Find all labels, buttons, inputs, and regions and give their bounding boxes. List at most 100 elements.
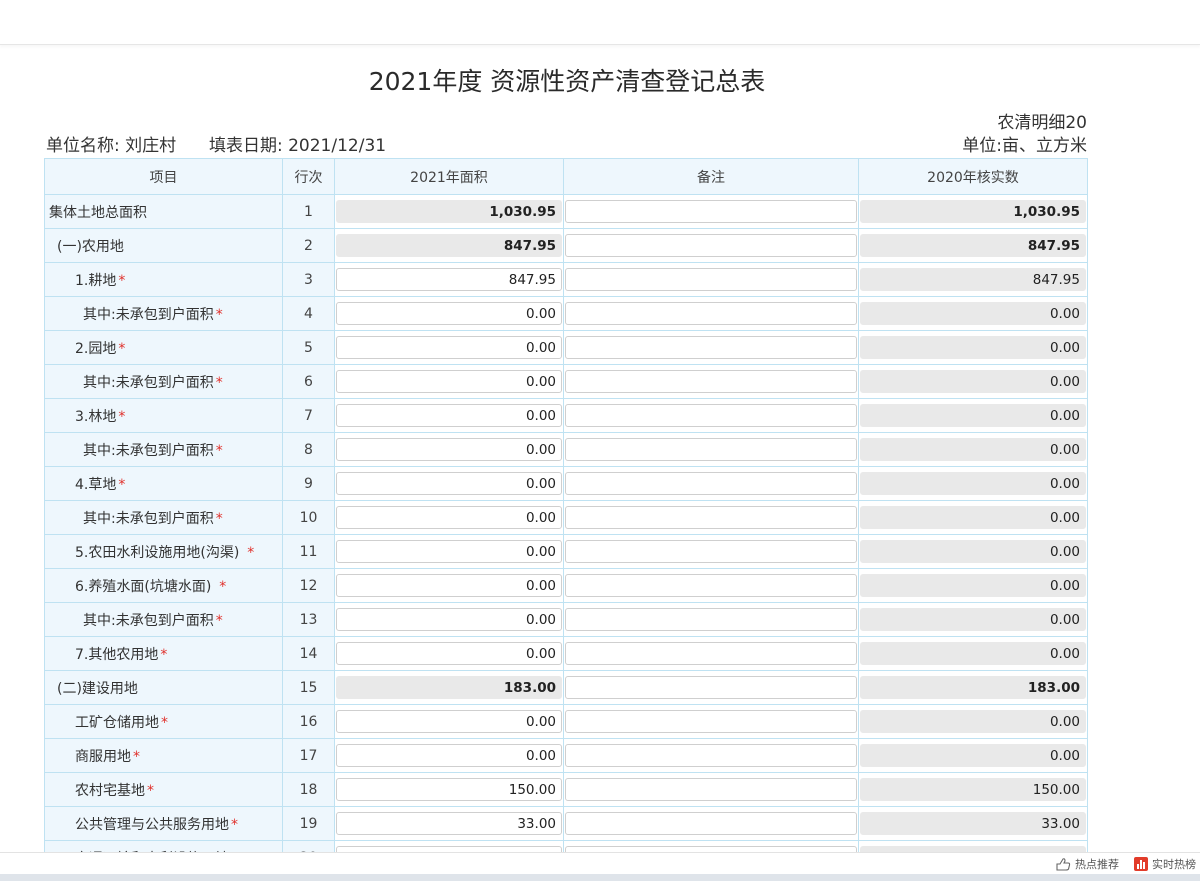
area-2021-input[interactable]: 0.00 <box>336 370 562 393</box>
area-2021-cell: 0.00 <box>334 602 564 637</box>
table-row: 其中:未承包到户面积 * 8 0.00 0.00 <box>44 432 1088 467</box>
note-input[interactable] <box>565 608 857 631</box>
required-marker: * <box>133 748 140 765</box>
note-cell <box>563 602 859 637</box>
verified-2020-cell: 0.00 <box>858 466 1088 501</box>
note-input[interactable] <box>565 642 857 665</box>
area-2021-cell: 847.95 <box>334 228 564 263</box>
verified-2020-value: 0.00 <box>860 608 1086 631</box>
required-marker: * <box>215 442 223 459</box>
item-cell: 其中:未承包到户面积 * <box>44 432 283 467</box>
area-2021-cell: 0.00 <box>334 330 564 365</box>
form-code: 农清明细20 <box>997 113 1087 133</box>
note-input[interactable] <box>565 744 857 767</box>
area-2021-input[interactable]: 0.00 <box>336 404 562 427</box>
note-cell <box>563 330 859 365</box>
area-2021-cell: 0.00 <box>334 738 564 773</box>
item-cell: 集体土地总面积 <box>44 194 283 229</box>
area-2021-input[interactable]: 0.00 <box>336 710 562 733</box>
note-input[interactable] <box>565 302 857 325</box>
row-number: 1 <box>282 194 335 229</box>
item-label: 7.其他农用地 <box>75 646 159 663</box>
verified-2020-value: 0.00 <box>860 438 1086 461</box>
note-input[interactable] <box>565 676 857 699</box>
row-number: 3 <box>282 262 335 297</box>
area-2021-input[interactable]: 0.00 <box>336 540 562 563</box>
item-label: (二)建设用地 <box>57 680 138 697</box>
note-cell <box>563 738 859 773</box>
note-input[interactable] <box>565 506 857 529</box>
note-input[interactable] <box>565 540 857 563</box>
area-2021-input[interactable]: 150.00 <box>336 778 562 801</box>
live-ranking-link[interactable]: 实时热榜 <box>1134 856 1196 872</box>
area-2021-input[interactable]: 0.00 <box>336 608 562 631</box>
table-row: 商服用地 * 17 0.00 0.00 <box>44 738 1088 773</box>
note-input[interactable] <box>565 472 857 495</box>
verified-2020-value: 0.00 <box>860 744 1086 767</box>
table-row: 5.农田水利设施用地(沟渠) * 11 0.00 0.00 <box>44 534 1088 569</box>
area-2021-input[interactable]: 0.00 <box>336 744 562 767</box>
required-marker: * <box>215 612 223 629</box>
area-2021-input[interactable]: 0.00 <box>336 574 562 597</box>
table-row: 工矿仓储用地 * 16 0.00 0.00 <box>44 704 1088 739</box>
area-2021-input[interactable]: 0.00 <box>336 302 562 325</box>
row-number: 18 <box>282 772 335 807</box>
row-number: 9 <box>282 466 335 501</box>
table-row: 1.耕地 * 3 847.95 847.95 <box>44 262 1088 297</box>
item-label: 其中:未承包到户面积 <box>83 442 214 459</box>
verified-2020-value: 0.00 <box>860 302 1086 325</box>
item-cell: 7.其他农用地 * <box>44 636 283 671</box>
note-cell <box>563 262 859 297</box>
area-2021-input[interactable]: 0.00 <box>336 438 562 461</box>
item-cell: 1.耕地 * <box>44 262 283 297</box>
note-input[interactable] <box>565 234 857 257</box>
area-2021-input[interactable]: 0.00 <box>336 506 562 529</box>
note-cell <box>563 364 859 399</box>
area-2021-input[interactable]: 33.00 <box>336 812 562 835</box>
note-input[interactable] <box>565 370 857 393</box>
item-label: 4.草地 <box>75 476 117 493</box>
note-input[interactable] <box>565 268 857 291</box>
note-input[interactable] <box>565 200 857 223</box>
table-row: 其中:未承包到户面积 * 13 0.00 0.00 <box>44 602 1088 637</box>
note-cell <box>563 568 859 603</box>
area-2021-cell: 0.00 <box>334 398 564 433</box>
row-number: 2 <box>282 228 335 263</box>
required-marker: * <box>215 374 223 391</box>
required-marker: * <box>161 714 168 731</box>
verified-2020-cell: 0.00 <box>858 432 1088 467</box>
row-number: 16 <box>282 704 335 739</box>
verified-2020-value: 150.00 <box>860 778 1086 801</box>
area-2021-input[interactable]: 0.00 <box>336 642 562 665</box>
note-cell <box>563 704 859 739</box>
table-row: (二)建设用地 15 183.00 183.00 <box>44 670 1088 705</box>
area-2021-input[interactable]: 0.00 <box>336 336 562 359</box>
hot-recommend-link[interactable]: 热点推荐 <box>1055 856 1119 872</box>
area-2021-cell: 847.95 <box>334 262 564 297</box>
note-input[interactable] <box>565 574 857 597</box>
table-row: 7.其他农用地 * 14 0.00 0.00 <box>44 636 1088 671</box>
item-cell: 公共管理与公共服务用地 * <box>44 806 283 841</box>
note-input[interactable] <box>565 404 857 427</box>
area-2021-input[interactable]: 0.00 <box>336 472 562 495</box>
unit-name-label: 单位名称: <box>46 136 120 156</box>
bar-chart-icon <box>1134 857 1148 871</box>
note-input[interactable] <box>565 336 857 359</box>
verified-2020-value: 33.00 <box>860 812 1086 835</box>
area-2021-input[interactable]: 847.95 <box>336 268 562 291</box>
note-input[interactable] <box>565 710 857 733</box>
note-input[interactable] <box>565 778 857 801</box>
area-2021-cell: 0.00 <box>334 296 564 331</box>
required-marker: * <box>160 646 168 663</box>
item-label: 公共管理与公共服务用地 <box>75 816 229 833</box>
note-cell <box>563 636 859 671</box>
item-cell: 5.农田水利设施用地(沟渠) * <box>44 534 283 569</box>
column-header-area-2021: 2021年面积 <box>334 158 564 195</box>
item-label: 其中:未承包到户面积 <box>83 306 214 323</box>
verified-2020-value: 0.00 <box>860 336 1086 359</box>
note-input[interactable] <box>565 438 857 461</box>
note-input[interactable] <box>565 812 857 835</box>
area-2021-cell: 0.00 <box>334 704 564 739</box>
note-cell <box>563 296 859 331</box>
note-cell <box>563 398 859 433</box>
